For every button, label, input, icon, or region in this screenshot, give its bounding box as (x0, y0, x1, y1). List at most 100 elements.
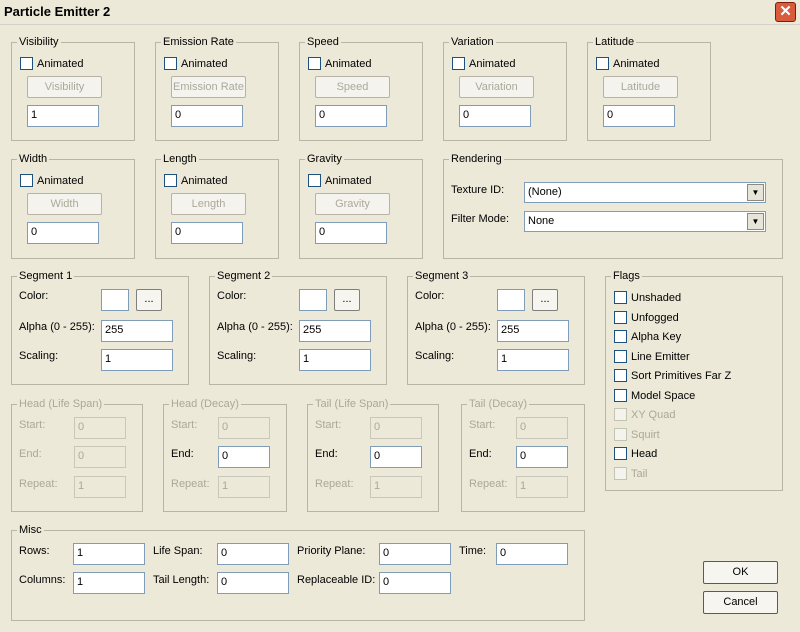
rows-input[interactable]: 1 (73, 543, 145, 565)
animated-checkbox[interactable] (596, 57, 609, 70)
priority-plane-label: Priority Plane: (297, 545, 366, 557)
length-input[interactable]: 0 (171, 222, 243, 244)
tail-length-input[interactable]: 0 (217, 572, 289, 594)
unfogged-checkbox[interactable] (614, 311, 627, 324)
alpha-label: Alpha (0 - 255): (19, 321, 95, 333)
color-browse-button[interactable]: ... (532, 289, 558, 311)
start-input: 0 (218, 417, 270, 439)
unshaded-checkbox[interactable] (614, 291, 627, 304)
repeat-label: Repeat: (171, 478, 210, 490)
color-swatch[interactable] (497, 289, 525, 311)
model-space-label: Model Space (631, 390, 696, 402)
alpha-input[interactable]: 255 (101, 320, 173, 342)
group-title: Emission Rate (161, 35, 236, 49)
life-span-label: Life Span: (153, 545, 203, 557)
color-browse-button[interactable]: ... (334, 289, 360, 311)
scaling-input[interactable]: 1 (101, 349, 173, 371)
gravity-input[interactable]: 0 (315, 222, 387, 244)
head-checkbox[interactable] (614, 447, 627, 460)
animated-checkbox[interactable] (308, 57, 321, 70)
chevron-down-icon[interactable]: ▼ (747, 184, 764, 201)
visibility-button[interactable]: Visibility (27, 76, 102, 98)
scaling-input[interactable]: 1 (299, 349, 371, 371)
length-button[interactable]: Length (171, 193, 246, 215)
alpha-key-checkbox[interactable] (614, 330, 627, 343)
repeat-input: 1 (218, 476, 270, 498)
color-browse-button[interactable]: ... (136, 289, 162, 311)
variation-button[interactable]: Variation (459, 76, 534, 98)
group-title: Speed (305, 35, 341, 49)
color-swatch[interactable] (101, 289, 129, 311)
line-emitter-label: Line Emitter (631, 351, 690, 363)
animated-checkbox[interactable] (308, 174, 321, 187)
misc-group: Misc Rows: 1 Columns: 1 Life Span: 0 Tai… (11, 523, 585, 621)
visibility-input[interactable]: 1 (27, 105, 99, 127)
alpha-key-label: Alpha Key (631, 331, 682, 343)
repeat-input: 1 (516, 476, 568, 498)
group-title: Flags (611, 269, 642, 283)
texture-id-select[interactable]: (None) ▼ (524, 182, 766, 203)
xy-quad-checkbox (614, 408, 627, 421)
speed-input[interactable]: 0 (315, 105, 387, 127)
animated-checkbox[interactable] (20, 57, 33, 70)
animated-checkbox[interactable] (452, 57, 465, 70)
latitude-input[interactable]: 0 (603, 105, 675, 127)
color-swatch[interactable] (299, 289, 327, 311)
animated-label: Animated (613, 58, 660, 70)
group-title: Width (17, 152, 50, 166)
animated-checkbox[interactable] (164, 57, 177, 70)
cancel-button[interactable]: Cancel (703, 591, 778, 614)
priority-plane-input[interactable]: 0 (379, 543, 451, 565)
color-label: Color: (415, 290, 445, 302)
end-input: 0 (74, 446, 126, 468)
scaling-label: Scaling: (19, 350, 59, 362)
time-input[interactable]: 0 (496, 543, 568, 565)
group-title: Head (Life Span) (17, 397, 105, 411)
life-span-input[interactable]: 0 (217, 543, 289, 565)
ok-button[interactable]: OK (703, 561, 778, 584)
alpha-label: Alpha (0 - 255): (217, 321, 293, 333)
end-input[interactable]: 0 (516, 446, 568, 468)
variation-group: Variation Animated Variation 0 (443, 35, 567, 141)
group-title: Rendering (449, 152, 504, 166)
scaling-input[interactable]: 1 (497, 349, 569, 371)
alpha-input[interactable]: 255 (497, 320, 569, 342)
end-input[interactable]: 0 (370, 446, 422, 468)
sort-primitives-checkbox[interactable] (614, 369, 627, 382)
window-title: Particle Emitter 2 (4, 4, 111, 19)
squirt-label: Squirt (631, 429, 660, 441)
speed-button[interactable]: Speed (315, 76, 390, 98)
start-label: Start: (469, 419, 496, 431)
repeat-input: 1 (370, 476, 422, 498)
line-emitter-checkbox[interactable] (614, 350, 627, 363)
alpha-input[interactable]: 255 (299, 320, 371, 342)
columns-label: Columns: (19, 574, 66, 586)
emission-rate-input[interactable]: 0 (171, 105, 243, 127)
latitude-button[interactable]: Latitude (603, 76, 678, 98)
animated-checkbox[interactable] (164, 174, 177, 187)
gravity-button[interactable]: Gravity (315, 193, 390, 215)
width-input[interactable]: 0 (27, 222, 99, 244)
animated-checkbox[interactable] (20, 174, 33, 187)
width-button[interactable]: Width (27, 193, 102, 215)
end-input[interactable]: 0 (218, 446, 270, 468)
replaceable-id-input[interactable]: 0 (379, 572, 451, 594)
xy-quad-label: XY Quad (631, 409, 676, 421)
columns-input[interactable]: 1 (73, 572, 145, 594)
group-title: Head (Decay) (169, 397, 241, 411)
chevron-down-icon[interactable]: ▼ (747, 213, 764, 230)
animated-label: Animated (37, 58, 84, 70)
emission-rate-button[interactable]: Emission Rate (171, 76, 246, 98)
tail-label: Tail (631, 468, 648, 480)
filter-mode-select[interactable]: None ▼ (524, 211, 766, 232)
squirt-checkbox (614, 428, 627, 441)
start-label: Start: (19, 419, 46, 431)
head-label: Head (631, 448, 658, 460)
gravity-group: Gravity Animated Gravity 0 (299, 152, 423, 259)
model-space-checkbox[interactable] (614, 389, 627, 402)
rows-label: Rows: (19, 545, 50, 557)
close-icon[interactable]: ✕ (775, 2, 796, 22)
unshaded-label: Unshaded (631, 292, 682, 304)
variation-input[interactable]: 0 (459, 105, 531, 127)
tail-life-span-group: Tail (Life Span) Start: 0 End: 0 Repeat:… (307, 397, 439, 512)
